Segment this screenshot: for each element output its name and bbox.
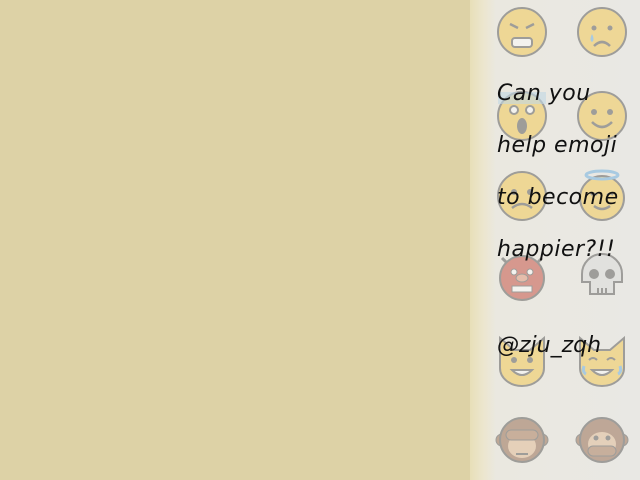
- instruction-line: to become: [497, 185, 619, 210]
- author-credit: @zju_zqh: [497, 333, 602, 358]
- persevering-face-icon: [494, 4, 550, 60]
- speak-no-evil-monkey-icon: [574, 412, 630, 468]
- instruction-line: help emoji: [497, 133, 618, 158]
- see-no-evil-monkey-icon: [494, 412, 550, 468]
- instruction-line: Can you: [497, 81, 591, 106]
- crying-face-icon: [574, 4, 630, 60]
- instruction-text: Can you help emoji to become happier?!!: [497, 76, 637, 284]
- instruction-line: happier?!!: [497, 237, 616, 262]
- game-play-area[interactable]: [0, 0, 470, 480]
